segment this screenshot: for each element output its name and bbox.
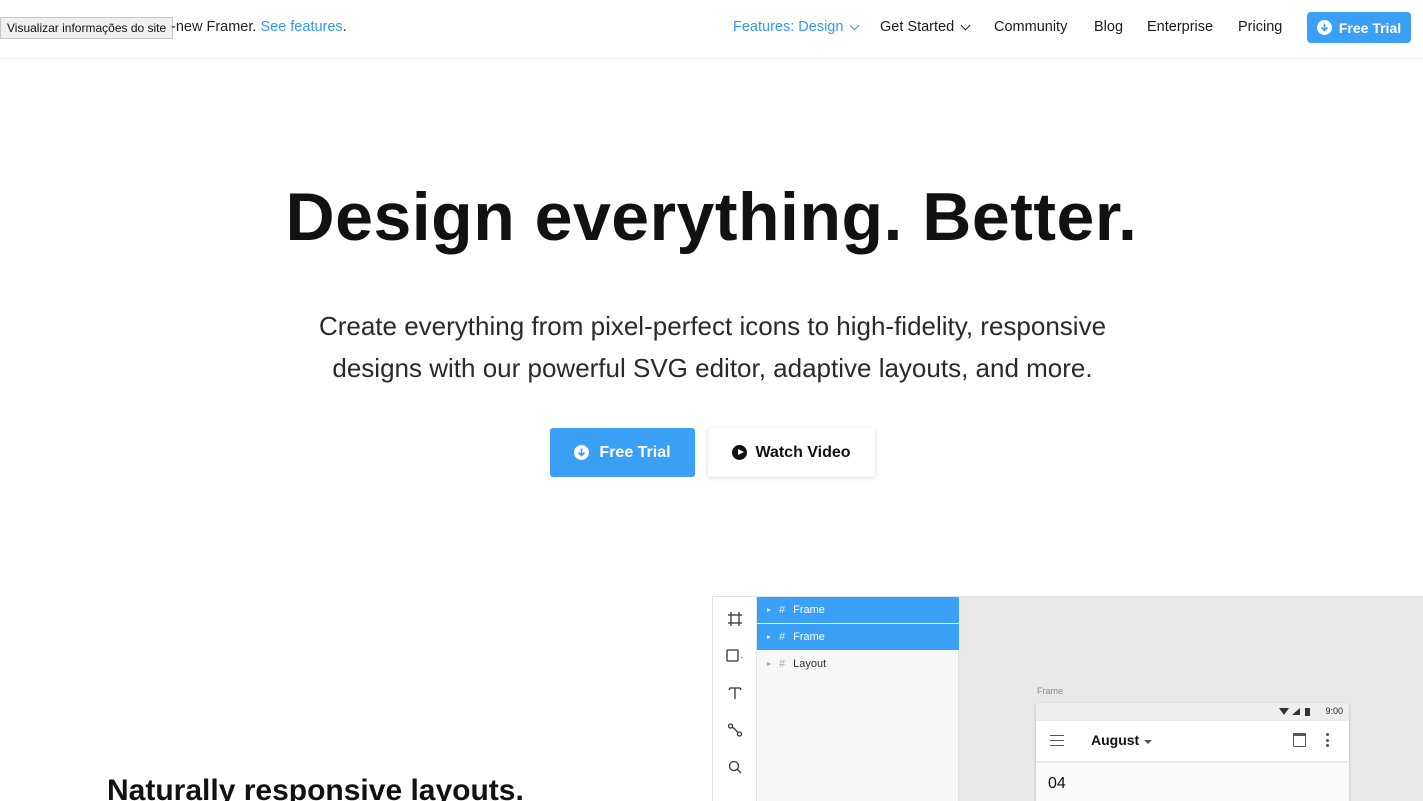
calendar-icon bbox=[1293, 733, 1306, 747]
layer-name: Layout bbox=[793, 658, 827, 670]
announcement-text: -new Framer. bbox=[171, 19, 257, 35]
nav-free-trial-label: Free Trial bbox=[1338, 19, 1402, 36]
status-time: 9:00 bbox=[1325, 706, 1343, 716]
phone-status-bar: 9:00 bbox=[1036, 703, 1349, 721]
path-tool-icon[interactable] bbox=[725, 720, 745, 740]
nav-item-features-design[interactable]: Features: Design bbox=[733, 19, 860, 35]
frame-tool-icon[interactable] bbox=[725, 609, 745, 629]
nav-item-label: Community bbox=[994, 19, 1068, 35]
menu-icon bbox=[1050, 735, 1064, 746]
site-info-tooltip: Visualizar informações do site bbox=[0, 17, 174, 39]
nav-item-blog[interactable]: Blog bbox=[1094, 19, 1123, 35]
day-number: 04 bbox=[1048, 775, 1066, 792]
nav-item-label: Pricing bbox=[1238, 19, 1283, 35]
signal-battery-icon bbox=[1279, 708, 1310, 716]
frame-hash-icon: # bbox=[779, 631, 786, 643]
watch-video-button[interactable]: Watch Video bbox=[708, 428, 875, 477]
caret-down-icon bbox=[1144, 740, 1152, 744]
announcement-banner: -new Framer. See features. bbox=[171, 19, 347, 35]
nav-item-community[interactable]: Community bbox=[994, 19, 1067, 35]
expand-triangle-icon[interactable] bbox=[767, 608, 771, 612]
hero-free-trial-button[interactable]: Free Trial bbox=[550, 428, 695, 477]
layer-item[interactable]: # Frame bbox=[757, 624, 959, 650]
month-label: August bbox=[1091, 732, 1140, 748]
phone-app-bar: August bbox=[1036, 721, 1349, 761]
more-vertical-icon bbox=[1326, 733, 1329, 748]
chevron-down-icon bbox=[849, 20, 860, 30]
nav-item-get-started[interactable]: Get Started bbox=[880, 19, 971, 35]
play-icon bbox=[732, 445, 748, 460]
hero-subtitle: Create everything from pixel-perfect ico… bbox=[250, 305, 1175, 389]
nav-item-label: Blog bbox=[1094, 19, 1124, 35]
watch-video-label: Watch Video bbox=[755, 443, 851, 461]
layer-item[interactable]: # Layout bbox=[757, 651, 959, 677]
frame-hash-icon: # bbox=[779, 604, 786, 616]
tool-sidebar bbox=[713, 597, 757, 801]
search-icon[interactable] bbox=[725, 757, 745, 777]
download-icon bbox=[574, 445, 590, 460]
download-icon bbox=[1316, 20, 1332, 35]
frame-label: Frame bbox=[1037, 686, 1064, 696]
see-features-link[interactable]: See features bbox=[260, 19, 342, 35]
app-preview: # Frame # Frame # Layout Frame 9:00 Augu… bbox=[712, 596, 1423, 801]
expand-triangle-icon[interactable] bbox=[767, 635, 771, 639]
nav-item-enterprise[interactable]: Enterprise bbox=[1147, 19, 1213, 35]
chevron-down-icon bbox=[960, 20, 971, 30]
top-navigation-bar: Visualizar informações do site -new Fram… bbox=[0, 0, 1423, 59]
nav-item-label: Get Started bbox=[880, 19, 955, 35]
hero-free-trial-label: Free Trial bbox=[599, 443, 671, 461]
text-tool-icon[interactable] bbox=[725, 683, 745, 703]
layer-name: Frame bbox=[793, 631, 825, 643]
expand-triangle-icon[interactable] bbox=[767, 662, 771, 666]
layer-item[interactable]: # Frame bbox=[757, 597, 959, 623]
phone-frame[interactable]: 9:00 August 04 bbox=[1036, 703, 1349, 801]
rectangle-tool-icon[interactable] bbox=[725, 646, 745, 666]
layers-panel: # Frame # Frame # Layout bbox=[757, 597, 959, 801]
nav-item-label: Enterprise bbox=[1147, 19, 1214, 35]
hero-title: Design everything. Better. bbox=[285, 179, 1138, 255]
hero-subtitle-line: designs with our powerful SVG editor, ad… bbox=[332, 353, 1093, 383]
announcement-trailing: . bbox=[342, 19, 347, 35]
frame-hash-icon: # bbox=[779, 658, 786, 670]
nav-free-trial-button[interactable]: Free Trial bbox=[1307, 12, 1411, 43]
hero-subtitle-line: Create everything from pixel-perfect ico… bbox=[318, 311, 1107, 341]
layer-name: Frame bbox=[793, 604, 825, 616]
design-canvas[interactable]: Frame 9:00 August 04 bbox=[959, 597, 1423, 801]
nav-item-label: Features: Design bbox=[733, 19, 844, 35]
nav-item-pricing[interactable]: Pricing bbox=[1238, 19, 1282, 35]
section-title: Naturally responsive layouts. bbox=[107, 774, 524, 801]
